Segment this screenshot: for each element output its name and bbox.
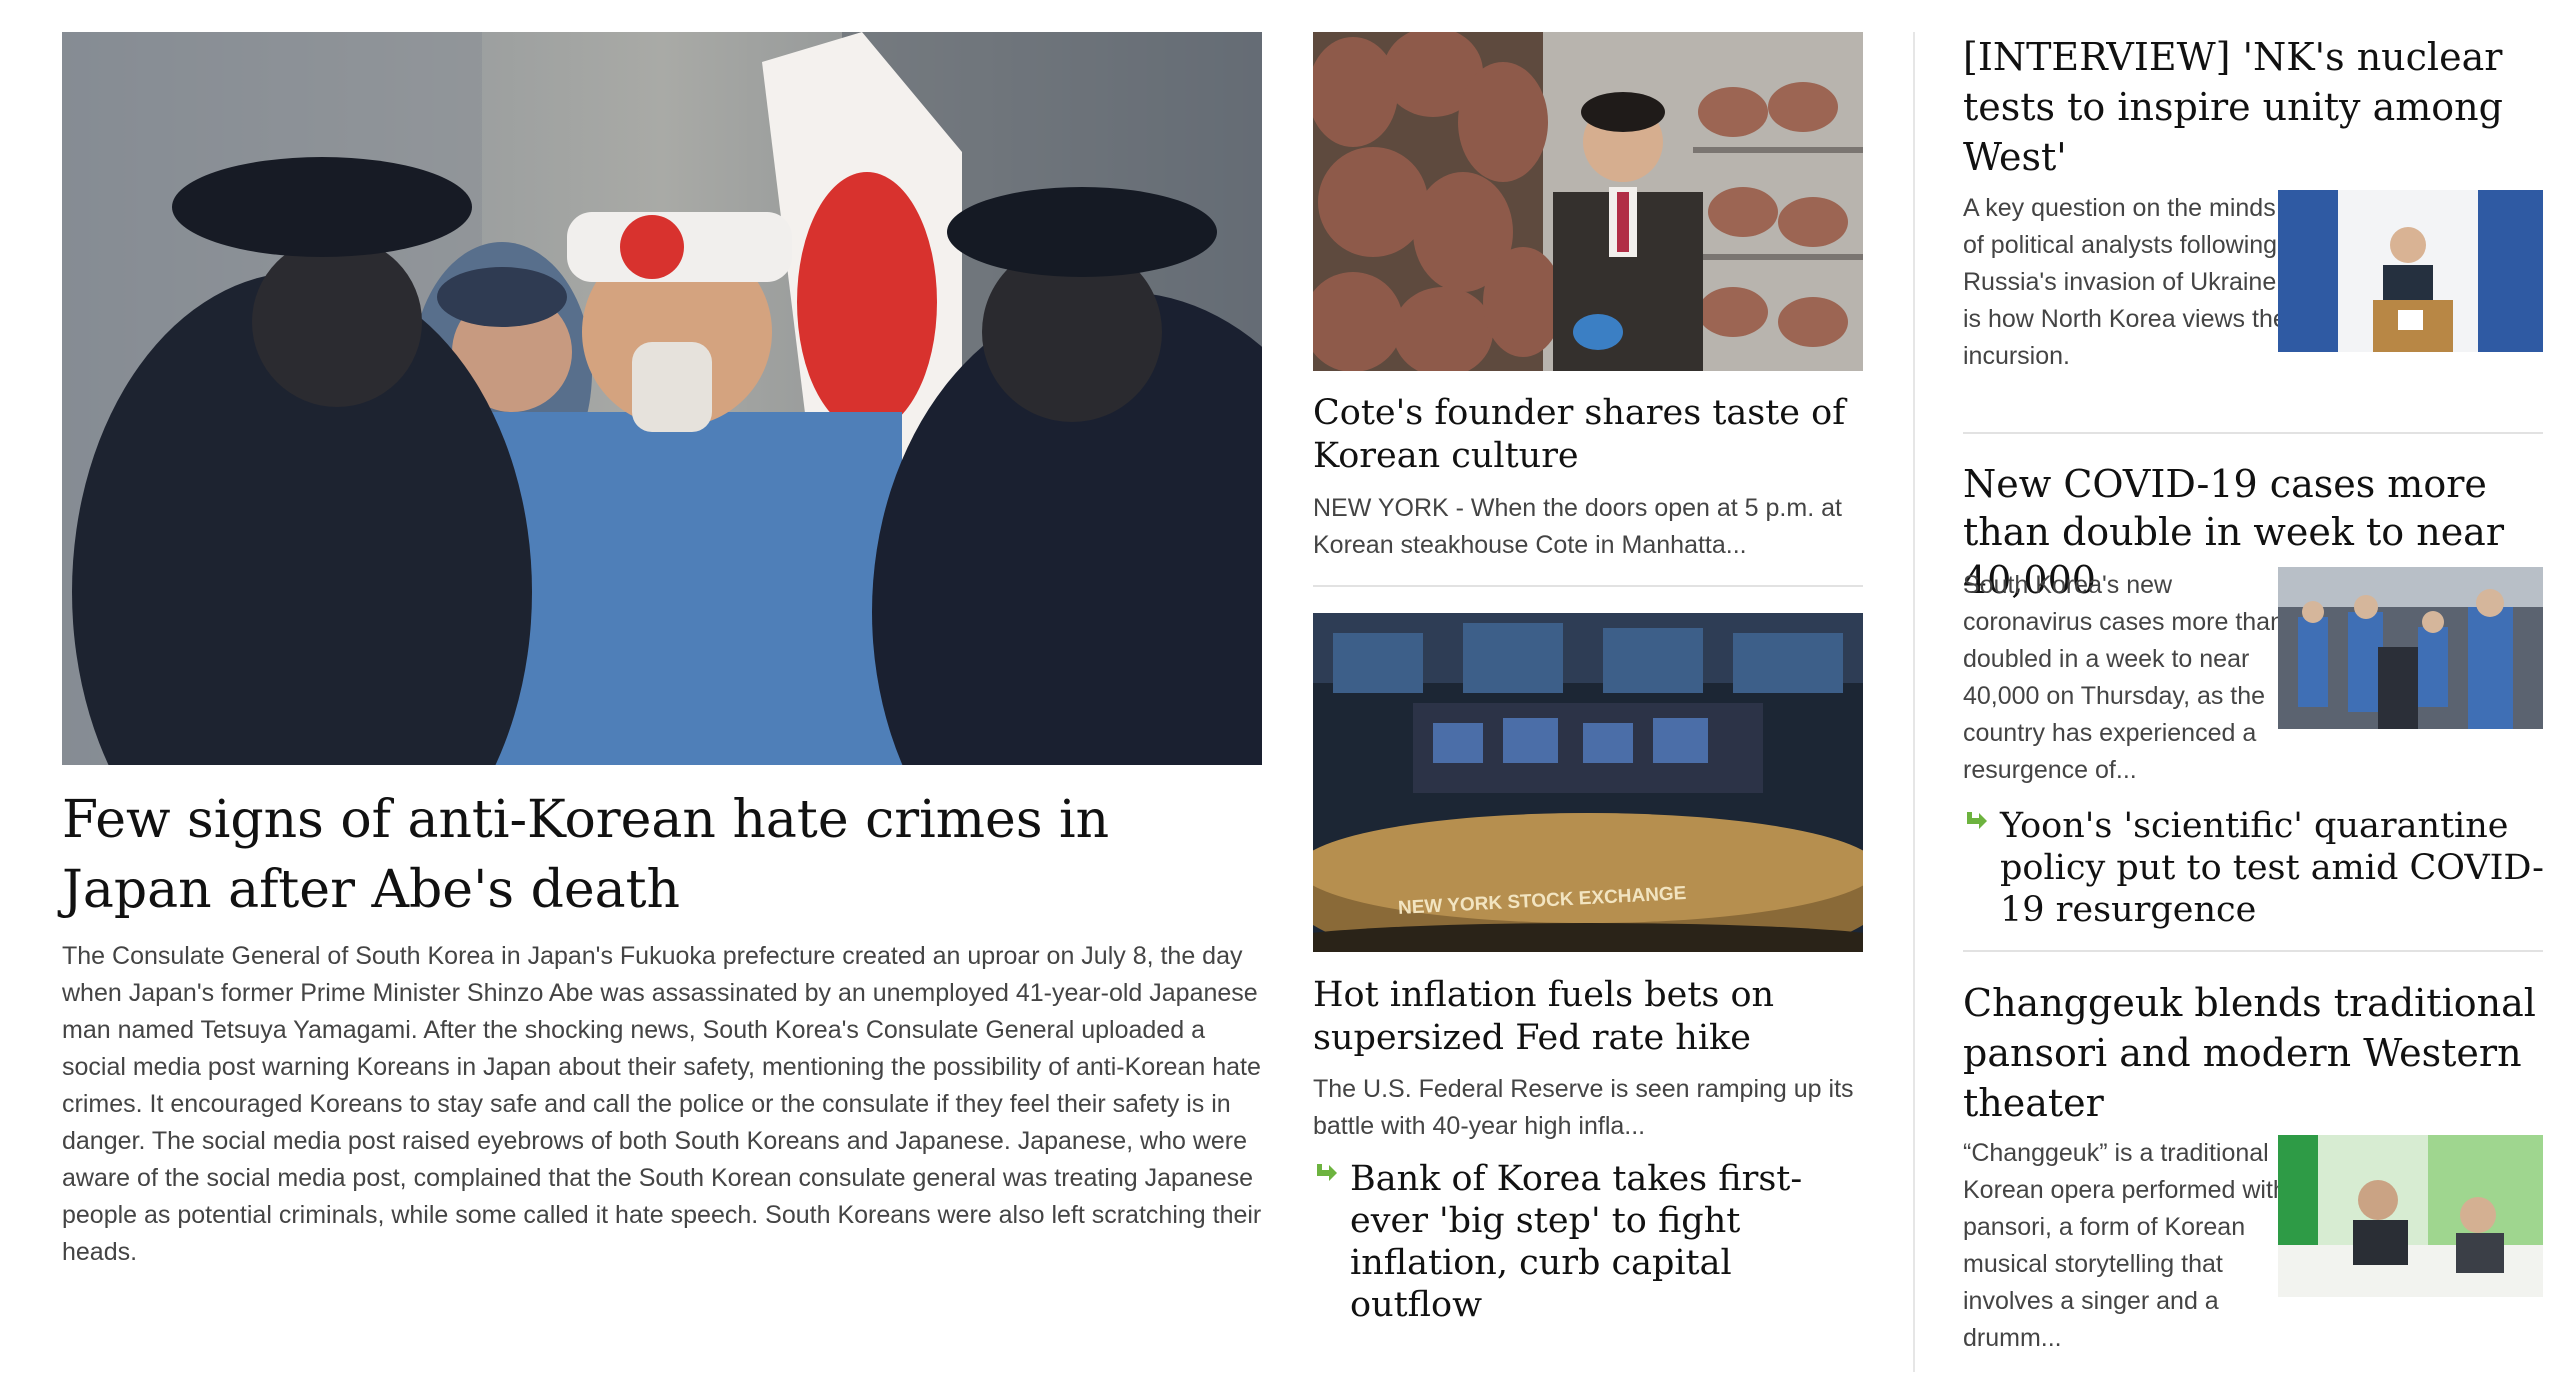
story-summary-cote: NEW YORK - When the doors open at 5 p.m.… <box>1313 494 1842 559</box>
story-headline-cote[interactable]: Cote's founder shares taste of Korean cu… <box>1313 392 1863 478</box>
story-headline-changgeuk[interactable]: Changgeuk blends traditional pansori and… <box>1963 978 2563 1128</box>
divider <box>1313 585 1863 587</box>
story-summary-interview: A key question on the minds of political… <box>1963 194 2287 370</box>
news-section: Few signs of anti-Korean hate crimes in … <box>0 0 2564 1378</box>
divider <box>1963 432 2543 434</box>
related-link-yoon[interactable]: Yoon's 'scientific' quarantine policy pu… <box>2000 805 2545 931</box>
lead-photo[interactable] <box>62 32 1262 765</box>
story-photo-changgeuk[interactable] <box>2278 1135 2543 1297</box>
lead-headline[interactable]: Few signs of anti-Korean hate crimes in … <box>62 785 1262 925</box>
story-photo-nyse[interactable]: NEW YORK STOCK EXCHANGE <box>1313 613 1863 952</box>
story-headline-fed[interactable]: Hot inflation fuels bets on supersized F… <box>1313 974 1863 1060</box>
column-divider <box>1913 32 1915 1372</box>
story-photo-covid[interactable] <box>2278 567 2543 729</box>
divider <box>1963 950 2543 952</box>
story-summary-changgeuk: “Changgeuk” is a traditional Korean oper… <box>1963 1139 2287 1352</box>
story-headline-interview[interactable]: [INTERVIEW] 'NK's nuclear tests to inspi… <box>1963 32 2563 182</box>
lead-summary: The Consulate General of South Korea in … <box>62 942 1262 1266</box>
story-summary-fed: The U.S. Federal Reserve is seen ramping… <box>1313 1075 1854 1140</box>
related-link-bok[interactable]: Bank of Korea takes first-ever 'big step… <box>1350 1158 1863 1326</box>
arrow-right-icon <box>1963 808 1989 834</box>
story-photo-cote[interactable] <box>1313 32 1863 371</box>
story-photo-interview[interactable] <box>2278 190 2543 352</box>
arrow-right-icon <box>1313 1160 1339 1186</box>
story-summary-covid: South Korea's new coronavirus cases more… <box>1963 571 2284 784</box>
